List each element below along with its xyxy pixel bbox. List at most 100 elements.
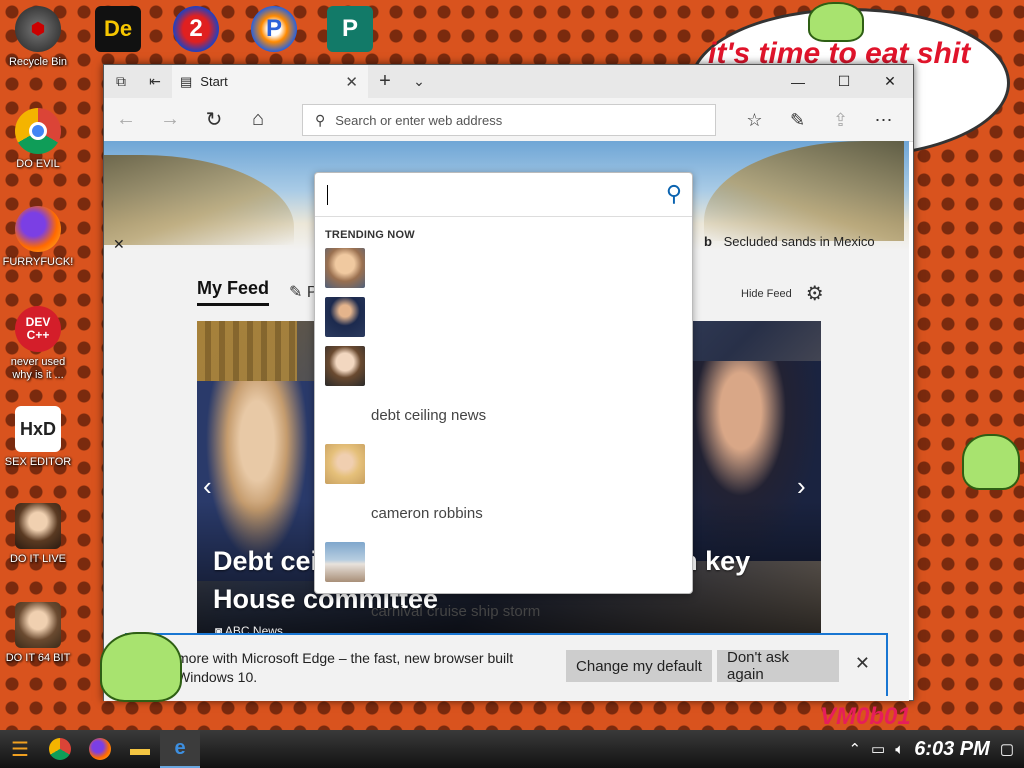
firefox-icon xyxy=(15,206,61,252)
firefox-taskbar-icon[interactable] xyxy=(80,730,120,768)
chevron-up-icon[interactable]: ⌃ xyxy=(848,740,861,758)
trending-list: debt ceiling news cameron robbins carniv… xyxy=(325,247,685,639)
minimize-button[interactable]: — xyxy=(775,65,821,98)
home-icon[interactable]: ⌂ xyxy=(236,98,280,142)
refresh-icon[interactable]: ↻ xyxy=(192,98,236,142)
hero-caption[interactable]: b Secluded sands in Mexico xyxy=(704,234,875,249)
change-default-button[interactable]: Change my default xyxy=(566,650,712,682)
tab-title: Start xyxy=(200,74,228,89)
notification-text: more with Microsoft Edge – the fast, new… xyxy=(177,650,514,685)
desktop-icon-furryfuck[interactable]: FURRYFUCK! xyxy=(0,206,76,269)
publisher-icon: P xyxy=(327,6,373,52)
feed-tabs: My Feed ✎ P xyxy=(197,278,318,306)
edge-taskbar-icon[interactable]: e xyxy=(160,730,200,768)
trending-item[interactable] xyxy=(325,541,685,583)
hero-close-icon[interactable]: ✕ xyxy=(113,236,125,253)
trending-label: cameron robbins xyxy=(371,504,483,522)
chevron-down-icon[interactable]: ⌄ xyxy=(402,65,436,98)
address-bar[interactable]: ⚲ Search or enter web address xyxy=(302,104,716,136)
desktop-icon-do-evil[interactable]: DO EVIL xyxy=(0,108,76,171)
trending-item[interactable] xyxy=(325,443,685,485)
portrait-icon xyxy=(15,602,61,648)
desktop-icon-do-it-64-bit[interactable]: DO IT 64 BIT xyxy=(0,602,76,665)
gear-icon[interactable]: ⚙ xyxy=(806,281,824,306)
trending-item[interactable]: cameron robbins xyxy=(325,492,685,534)
desktop-icon-top-1[interactable]: De xyxy=(80,6,156,56)
favorites-icon[interactable]: ☆ xyxy=(733,98,776,142)
desktop-icon-do-it-live[interactable]: DO IT LIVE xyxy=(0,503,76,566)
trending-thumb xyxy=(325,248,365,288)
start-button[interactable]: ☰ xyxy=(0,730,40,768)
desktop-icon-devcpp[interactable]: DEV C++ never used why is it ... xyxy=(0,306,76,382)
trending-label: carnival cruise ship storm xyxy=(371,602,541,620)
desktop-icon-label: DO IT 64 BIT xyxy=(5,652,71,664)
file-explorer-icon[interactable]: ▬ xyxy=(120,730,160,768)
tab-start[interactable]: ▤ Start ✕ xyxy=(172,65,368,98)
new-tab-icon[interactable]: + xyxy=(368,65,402,98)
desktop-icon-label: never used why is it ... xyxy=(10,356,66,381)
trending-item[interactable] xyxy=(325,345,685,387)
devcpp-icon: DEV C++ xyxy=(15,306,61,352)
search-icon[interactable]: ⚲ xyxy=(666,181,682,207)
maximize-button[interactable]: ☐ xyxy=(821,65,867,98)
trending-title: TRENDING NOW xyxy=(325,229,415,241)
search-input-row: ⚲ xyxy=(315,173,692,217)
desktop-icon-label: FURRYFUCK! xyxy=(2,256,74,268)
desktop-icon-label: DO IT LIVE xyxy=(9,553,67,565)
desktop-icon-label: DO EVIL xyxy=(16,158,60,170)
tab-manager-icon[interactable]: ⧉ xyxy=(104,65,138,98)
trending-thumb xyxy=(325,346,365,386)
search-icon: ⚲ xyxy=(315,111,326,128)
trending-item[interactable] xyxy=(325,247,685,289)
back-arrow-icon[interactable]: ← xyxy=(104,98,148,142)
desktop-icon-top-4[interactable]: P xyxy=(312,6,388,56)
hero-grass-left xyxy=(104,155,294,245)
hxd-icon: HxD xyxy=(15,406,61,452)
taskbar: ☰ ▬ e ⌃ ▭ 🔈︎ 6:03 PM ▢ xyxy=(0,730,1024,768)
desktop-icon-top-3[interactable]: P xyxy=(236,6,312,56)
watermark-text: VM0b01 xyxy=(820,703,911,730)
nav-bar: ← → ↻ ⌂ ⚲ Search or enter web address ☆ … xyxy=(104,98,913,142)
share-icon[interactable]: ⇪ xyxy=(819,98,862,142)
tab-close-icon[interactable]: ✕ xyxy=(345,73,358,91)
text-caret xyxy=(327,185,328,205)
trending-thumb xyxy=(325,444,365,484)
network-icon[interactable]: ▭ xyxy=(871,740,885,758)
hide-feed-control[interactable]: Hide Feed ⚙ xyxy=(741,281,824,306)
trending-label: debt ceiling news xyxy=(371,406,487,424)
forward-arrow-icon[interactable]: → xyxy=(148,98,192,142)
tab-page-icon: ▤ xyxy=(180,73,193,89)
next-arrow-icon[interactable]: › xyxy=(797,471,806,502)
peridot-character xyxy=(808,2,864,42)
desktop-icon-top-2[interactable]: 2 xyxy=(158,6,234,56)
trending-item[interactable] xyxy=(325,296,685,338)
close-icon[interactable]: ✕ xyxy=(855,653,870,674)
dont-ask-again-button[interactable]: Don't ask again xyxy=(717,649,839,683)
chrome-taskbar-icon[interactable] xyxy=(40,730,80,768)
close-window-button[interactable]: ✕ xyxy=(867,65,913,98)
peridot-character xyxy=(962,434,1020,490)
chrome-icon xyxy=(15,108,61,154)
desktop-icon-recycle-bin[interactable]: ⬢ Recycle Bin xyxy=(0,6,76,69)
notification-center-icon[interactable]: ▢ xyxy=(1000,740,1014,758)
set-aside-tabs-icon[interactable]: ⇤ xyxy=(138,65,172,98)
hero-caption-text: Secluded sands in Mexico xyxy=(723,234,875,249)
search-input[interactable] xyxy=(325,183,645,207)
trending-item[interactable]: carnival cruise ship storm xyxy=(325,590,685,632)
desktop-icon-sex-editor[interactable]: HxD SEX EDITOR xyxy=(0,406,76,469)
prev-arrow-icon[interactable]: ‹ xyxy=(203,471,212,502)
clock[interactable]: 6:03 PM xyxy=(914,738,990,761)
desktop-icon-label: Recycle Bin xyxy=(8,56,68,68)
bing-icon: b xyxy=(704,234,712,249)
title-bar: ⧉ ⇤ ▤ Start ✕ + ⌄ — ☐ ✕ xyxy=(104,65,913,98)
default-browser-notification: more with Microsoft Edge – the fast, new… xyxy=(125,633,888,696)
system-tray: ⌃ ▭ 🔈︎ 6:03 PM ▢ xyxy=(848,730,1024,768)
desktop-icon-label: SEX EDITOR xyxy=(4,456,72,468)
tab-my-feed[interactable]: My Feed xyxy=(197,278,270,306)
trending-item[interactable]: debt ceiling news xyxy=(325,394,685,436)
more-icon[interactable]: ⋯ xyxy=(862,98,905,142)
de-icon: De xyxy=(95,6,141,52)
p-logo-icon: P xyxy=(251,6,297,52)
volume-icon[interactable]: 🔈︎ xyxy=(895,741,904,758)
pen-icon[interactable]: ✎ xyxy=(776,98,819,142)
